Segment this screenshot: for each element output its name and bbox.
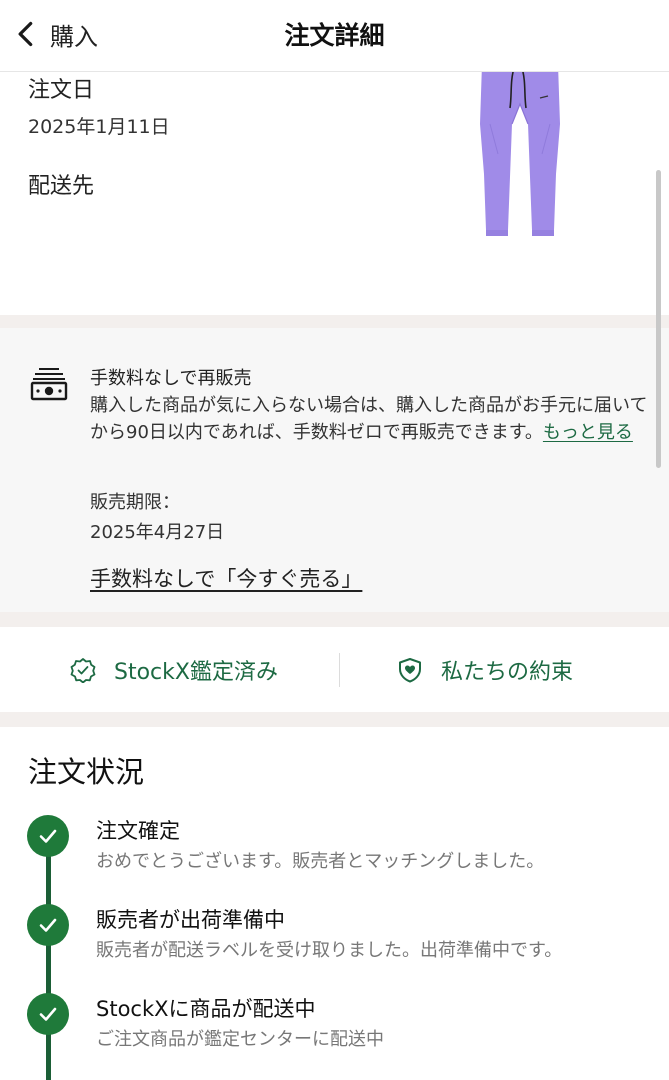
step-description: おめでとうございます。販売者とマッチングしました。 [96, 851, 545, 872]
step-description: ご注文商品が鑑定センターに配送中 [96, 1029, 384, 1050]
check-icon [27, 993, 69, 1035]
section-divider [0, 712, 669, 727]
badge-divider [339, 653, 340, 687]
promise-label: 私たちの約束 [441, 659, 574, 685]
check-icon [27, 815, 69, 857]
timeline-line [46, 833, 51, 1080]
verified-badge[interactable]: StockX鑑定済み [70, 627, 278, 712]
check-icon [27, 904, 69, 946]
step-title: 販売者が出荷準備中 [96, 908, 285, 932]
nav-header: 購入 注文詳細 [0, 0, 669, 72]
step-title: StockXに商品が配送中 [96, 997, 316, 1021]
scrollbar[interactable] [656, 170, 661, 468]
sale-deadline-label: 販売期限： [90, 492, 180, 513]
step-description: 販売者が配送ラベルを受け取りました。出荷準備中です。 [96, 940, 563, 961]
see-more-link[interactable]: もっと見る [543, 422, 633, 443]
section-divider [0, 315, 669, 328]
shield-heart-icon [399, 657, 421, 682]
page-title: 注文詳細 [284, 21, 385, 50]
sale-deadline-value: 2025年4月27日 [90, 522, 225, 543]
product-image[interactable] [470, 72, 570, 239]
step-title: 注文確定 [96, 819, 180, 843]
resale-description: 購入した商品が気に入らない場合は、購入した商品がお手元に届いてから90日以内であ… [90, 392, 650, 446]
section-divider [0, 612, 669, 627]
resale-info-card: 手数料なしで再販売 購入した商品が気に入らない場合は、購入した商品がお手元に届い… [0, 328, 669, 612]
trust-badges: StockX鑑定済み 私たちの約束 [0, 627, 669, 712]
order-info-section: 注文日 2025年1月11日 配送先 [0, 72, 669, 315]
shipping-label: 配送先 [28, 174, 95, 199]
resale-title: 手数料なしで再販売 [90, 368, 252, 389]
order-status-section: 注文状況 注文確定 おめでとうございます。販売者とマッチングしました。 販売者が… [0, 727, 669, 1080]
money-icon [30, 368, 68, 401]
status-title: 注文状況 [28, 755, 145, 789]
order-date-label: 注文日 [28, 78, 95, 103]
order-date-value: 2025年1月11日 [28, 116, 170, 138]
promise-badge[interactable]: 私たちの約束 [397, 627, 573, 712]
verified-label: StockX鑑定済み [114, 659, 278, 685]
verified-seal-icon [70, 657, 96, 683]
sell-now-link[interactable]: 手数料なしで「今すぐ売る」 [90, 563, 362, 593]
